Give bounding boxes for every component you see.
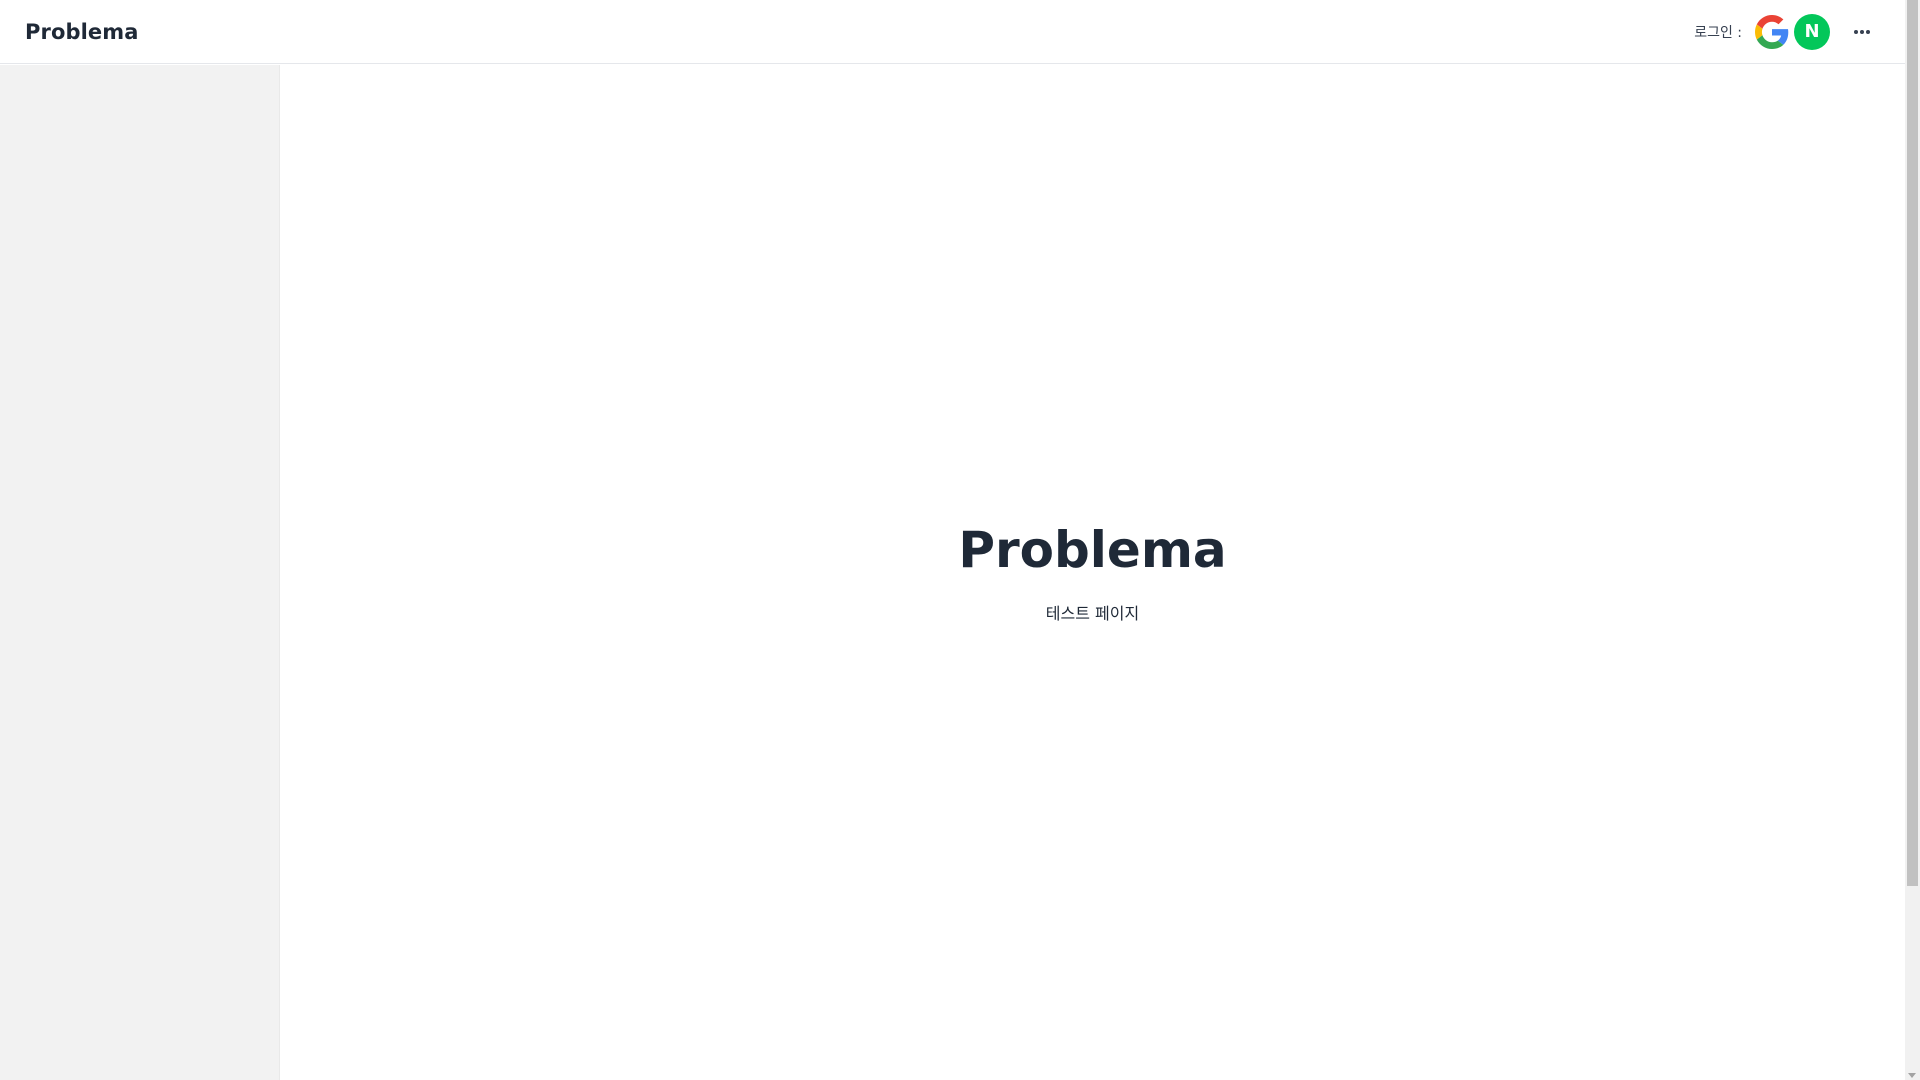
page-title: Problema [958, 521, 1227, 579]
more-menu-button[interactable] [1844, 14, 1880, 50]
page-subtitle: 테스트 페이지 [1045, 604, 1140, 623]
more-horizontal-icon [1854, 29, 1870, 34]
naver-login-button[interactable]: N [1794, 13, 1830, 50]
login-label: 로그인 : [1694, 24, 1742, 41]
scrollbar-thumb[interactable] [1907, 0, 1918, 886]
google-icon [1755, 14, 1789, 49]
main-content: Problema 테스트 페이지 [280, 65, 1905, 1080]
vertical-scrollbar[interactable] [1905, 0, 1920, 1080]
scroll-down-arrow-icon[interactable] [1908, 1073, 1916, 1078]
hero-section: Problema 테스트 페이지 [240, 521, 1905, 632]
naver-icon: N [1804, 20, 1820, 42]
app-window: Problema 로그인 : N Problema 테스트 페이지 [0, 0, 1920, 1080]
brand-logo[interactable]: Problema [25, 20, 139, 44]
google-login-button[interactable] [1754, 13, 1790, 50]
sidebar [0, 65, 280, 1080]
header-actions: 로그인 : N [1694, 13, 1880, 50]
top-header: Problema 로그인 : N [0, 0, 1905, 64]
